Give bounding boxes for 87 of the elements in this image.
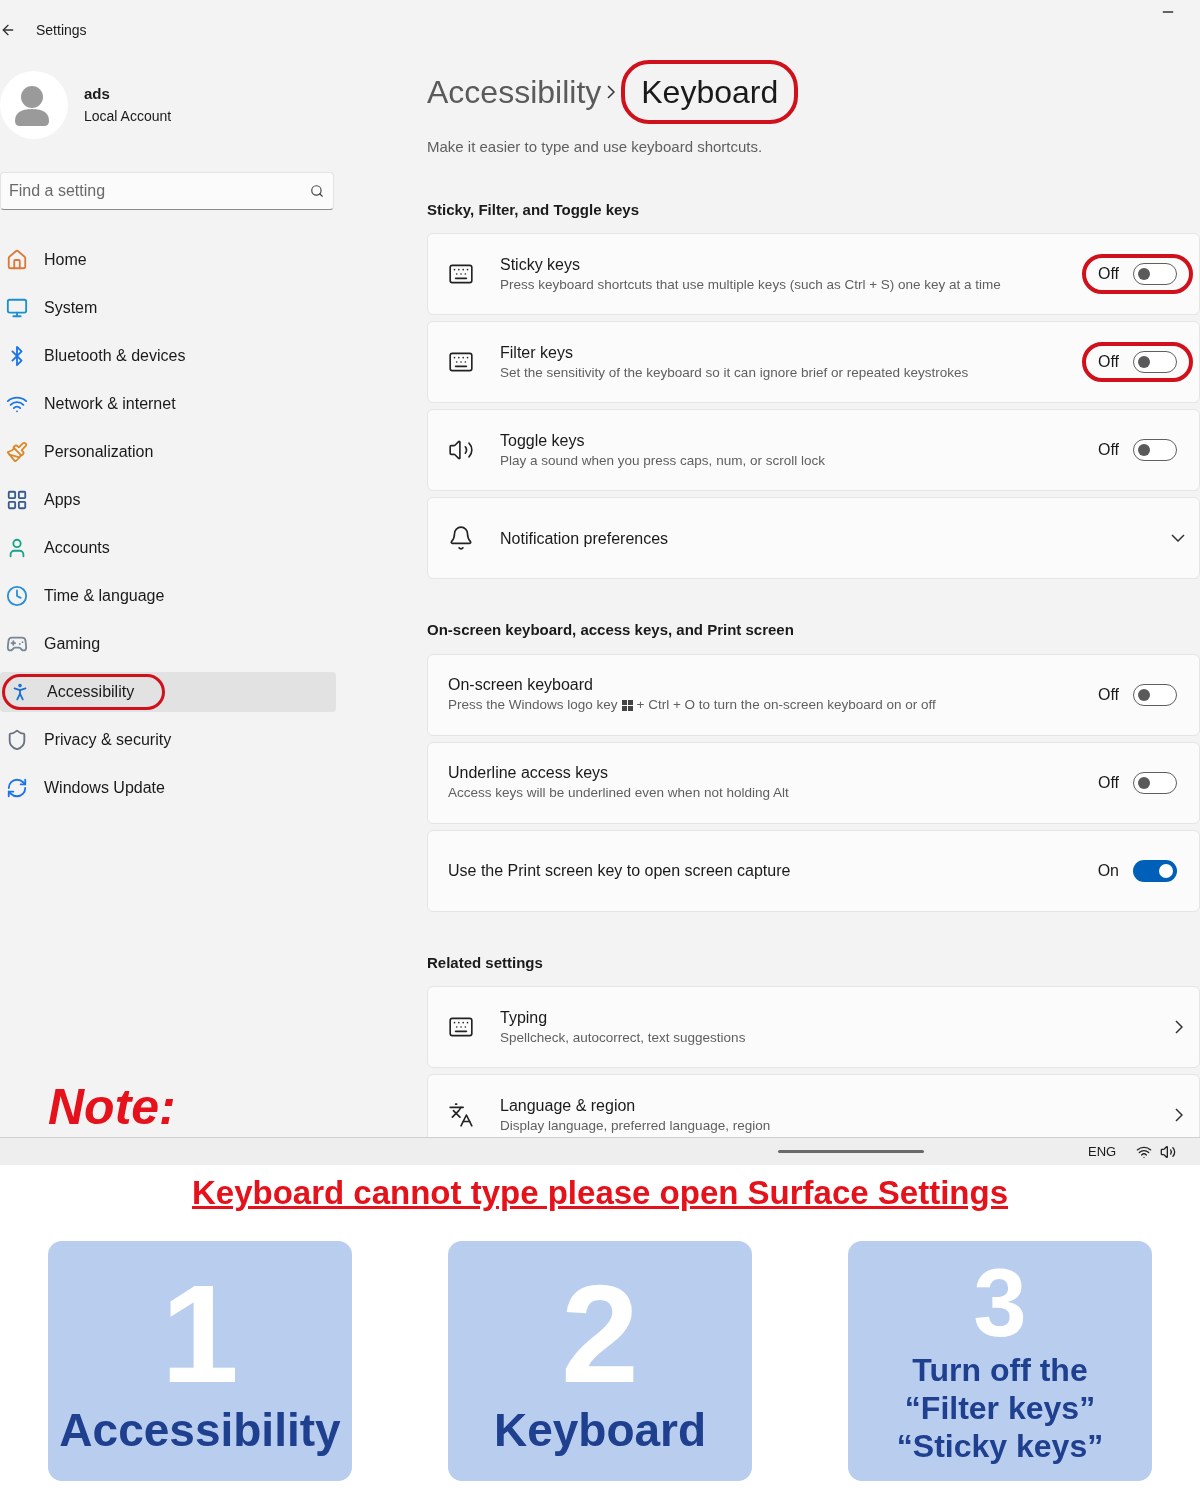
- page-description: Make it easier to type and use keyboard shortcuts.: [427, 137, 764, 157]
- breadcrumb-parent[interactable]: Accessibility: [427, 68, 602, 116]
- row-description: Set the sensitivity of the keyboard so it can ignore brief or repeated keystrokes: [500, 363, 969, 382]
- toggle-state: Off: [1097, 440, 1119, 460]
- note-headline: Keyboard cannot type please open Surface Settings: [191, 1173, 1008, 1213]
- nav-label: Personalization: [44, 442, 154, 462]
- section-heading: Sticky, Filter, and Toggle keys: [427, 199, 640, 220]
- toggle-state: Off: [1097, 772, 1119, 793]
- gesture-handle[interactable]: [778, 1150, 924, 1153]
- row-description: Spellcheck, autocorrect, text suggestions: [500, 1028, 746, 1047]
- nav-label: Time & language: [44, 586, 165, 606]
- search-field[interactable]: Find a setting: [0, 172, 334, 210]
- toggle-state: Off: [1097, 684, 1119, 705]
- row-title: Sticky keys: [500, 254, 581, 275]
- step-number: 2: [561, 1266, 639, 1402]
- step-number: 1: [161, 1266, 239, 1402]
- row-description: Access keys will be underlined even when not holding Alt: [448, 784, 789, 802]
- nav-label: Apps: [44, 490, 81, 510]
- nav-label: Accounts: [44, 538, 110, 558]
- user-name: ads: [84, 84, 111, 105]
- chevron-right-icon: [607, 85, 616, 99]
- language-indicator[interactable]: ENG: [1088, 1141, 1117, 1162]
- step-text: Accessibility: [59, 1404, 341, 1456]
- chevron-right-icon[interactable]: [1175, 1020, 1183, 1034]
- toggle-switch[interactable]: [1133, 683, 1177, 706]
- step-text: Turn off the “Filter keys” “Sticky keys”: [896, 1351, 1104, 1465]
- shield-icon: [6, 729, 28, 751]
- toggle-switch[interactable]: [1133, 859, 1177, 882]
- nav-label: Gaming: [44, 634, 101, 654]
- monitor-icon: [6, 297, 28, 319]
- nav-label: System: [44, 298, 98, 318]
- settings-row[interactable]: Notification preferences: [427, 497, 1200, 579]
- toggle-switch[interactable]: [1133, 263, 1177, 285]
- step-text: Keyboard: [493, 1404, 707, 1456]
- toggle-switch[interactable]: [1133, 439, 1177, 461]
- toggle-switch[interactable]: [1133, 771, 1177, 794]
- settings-row[interactable]: Language & region Display language, preferred language, region: [427, 1074, 1200, 1137]
- step-number: 3: [973, 1257, 1027, 1349]
- row-title: Typing: [500, 1007, 549, 1028]
- settings-row[interactable]: On-screen keyboard Press the Windows logo key + Ctrl + O to turn the on-screen keyboard on or off Off: [427, 653, 1200, 736]
- row-title: On-screen keyboard: [448, 675, 594, 695]
- nav-label: Accessibility: [47, 682, 135, 702]
- settings-row[interactable]: Sticky keys Press keyboard shortcuts that use multiple keys (such as Ctrl + S) one key at a time Off: [427, 233, 1200, 315]
- note-label: Note:: [48, 1078, 177, 1137]
- window-title: Settings: [36, 20, 87, 40]
- clock-icon: [6, 585, 28, 607]
- row-title: Use the Print screen key to open screen capture: [448, 861, 792, 881]
- page-heading: Keyboard: [641, 74, 779, 110]
- row-title: Notification preferences: [500, 528, 670, 549]
- settings-row[interactable]: Toggle keys Play a sound when you press caps, num, or scroll lock Off: [427, 409, 1200, 491]
- house-icon: [6, 249, 28, 271]
- bell-icon: [448, 525, 474, 551]
- toggle-state: Off: [1097, 352, 1119, 372]
- brush-icon: [6, 441, 28, 463]
- row-title: Underline access keys: [448, 763, 610, 783]
- settings-row[interactable]: Filter keys Set the sensitivity of the keyboard so it can ignore brief or repeated keystrokes Off: [427, 321, 1200, 403]
- refresh-icon: [6, 777, 28, 799]
- settings-row[interactable]: Use the Print screen key to open screen capture On: [427, 829, 1200, 912]
- chevron-right-icon[interactable]: [1175, 1108, 1183, 1122]
- row-description: Play a sound when you press caps, num, or scroll lock: [500, 451, 825, 470]
- section-heading: On-screen keyboard, access keys, and Print screen: [427, 620, 795, 640]
- search-icon: [310, 184, 324, 198]
- toggle-state: On: [1097, 860, 1119, 881]
- nav-item[interactable]: Accessibility: [0, 672, 336, 712]
- toggle-switch[interactable]: [1133, 351, 1177, 373]
- row-description: Press the Windows logo key: [448, 696, 618, 714]
- row-description: Display language, preferred language, region: [500, 1116, 771, 1135]
- row-title: Toggle keys: [500, 430, 586, 451]
- account-type: Local Account: [84, 106, 172, 126]
- row-description: Press keyboard shortcuts that use multiple keys (such as Ctrl + S) one key at a time: [500, 275, 1001, 294]
- grid-icon: [6, 489, 28, 511]
- row-title: Language & region: [500, 1095, 637, 1116]
- speaker-icon[interactable]: [1160, 1143, 1177, 1160]
- nav-label: Network & internet: [44, 394, 176, 414]
- settings-row[interactable]: Underline access keys Access keys will be underlined even when not holding Alt Off: [427, 741, 1200, 824]
- nav-label: Privacy & security: [44, 730, 172, 750]
- nav-label: Bluetooth & devices: [44, 346, 186, 366]
- row-title: Filter keys: [500, 342, 574, 363]
- section-heading: Related settings: [427, 952, 544, 973]
- nav-label: Windows Update: [44, 778, 165, 798]
- nav-label: Home: [44, 250, 87, 270]
- chevron-down-icon[interactable]: [1171, 534, 1185, 542]
- language-icon: [448, 1102, 474, 1128]
- settings-row[interactable]: Typing Spellcheck, autocorrect, text suggestions: [427, 986, 1200, 1068]
- row-description: + Ctrl + O to turn the on-screen keyboard on or off: [636, 696, 936, 714]
- windows-logo-icon: [621, 699, 633, 711]
- toggle-state: Off: [1097, 264, 1119, 284]
